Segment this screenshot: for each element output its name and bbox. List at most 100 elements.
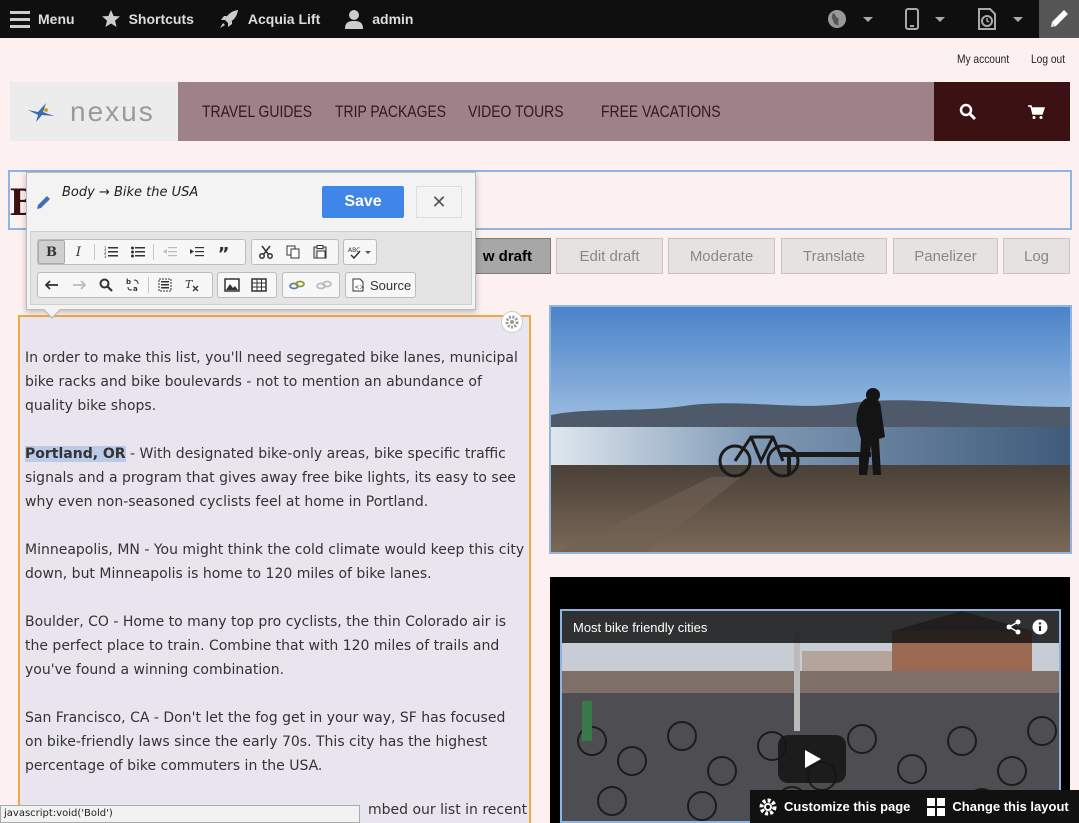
- blockquote-button[interactable]: ”: [210, 240, 237, 264]
- body-paragraph: Portland, OR - With designated bike-only…: [25, 442, 525, 514]
- spellcheck-button[interactable]: ABC: [344, 240, 376, 264]
- selected-text[interactable]: Portland, OR: [25, 446, 126, 462]
- select-all-button[interactable]: [151, 273, 178, 297]
- search-button[interactable]: [934, 103, 1002, 121]
- divider: [94, 244, 95, 260]
- numbered-list-button[interactable]: 123: [97, 240, 124, 264]
- tab-translate[interactable]: Translate: [781, 238, 887, 274]
- replace-button[interactable]: ba: [119, 273, 146, 297]
- body-paragraph: San Francisco, CA - Don't let the fog ge…: [25, 710, 506, 774]
- scissors-icon: [258, 245, 273, 259]
- menu-label: Menu: [38, 11, 75, 27]
- paste-button[interactable]: [306, 240, 333, 264]
- user-button[interactable]: admin: [334, 0, 423, 38]
- rocket-icon: [219, 10, 238, 28]
- play-button[interactable]: [778, 735, 846, 783]
- tab-panelizer[interactable]: Panelizer: [893, 238, 998, 274]
- tab-log[interactable]: Log: [1003, 238, 1070, 274]
- admin-toolbar-right: [811, 0, 1079, 38]
- shortcuts-label: Shortcuts: [128, 11, 194, 27]
- copy-button[interactable]: [279, 240, 306, 264]
- svg-text:T: T: [185, 278, 194, 291]
- main-nav: TRAVEL GUIDES TRIP PACKAGES VIDEO TOURS …: [178, 82, 934, 141]
- unlink-button[interactable]: [310, 273, 337, 297]
- italic-button[interactable]: I: [65, 240, 92, 264]
- acquia-lift-button[interactable]: Acquia Lift: [208, 0, 330, 38]
- image-button[interactable]: [218, 273, 245, 297]
- indent-button[interactable]: [183, 240, 210, 264]
- replace-icon: ba: [126, 278, 138, 292]
- numbered-list-icon: 123: [104, 246, 118, 258]
- find-button[interactable]: [92, 273, 119, 297]
- indent-icon: [189, 247, 204, 257]
- source-button[interactable]: <> Source: [346, 273, 415, 297]
- divider: [153, 244, 154, 260]
- cut-button[interactable]: [252, 240, 279, 264]
- share-icon[interactable]: [1006, 619, 1022, 635]
- nav-trip-packages[interactable]: TRIP PACKAGES: [335, 102, 446, 122]
- my-account-link[interactable]: My account: [957, 52, 1009, 66]
- table-button[interactable]: [245, 273, 272, 297]
- remove-format-button[interactable]: T: [178, 273, 205, 297]
- photo-image: [551, 307, 1070, 552]
- undo-icon: [44, 280, 58, 290]
- bike-lake-photo: [549, 305, 1072, 554]
- redo-icon: [72, 280, 86, 290]
- cart-button[interactable]: [1002, 104, 1070, 120]
- site-logo[interactable]: nexus: [10, 82, 178, 141]
- language-dropdown[interactable]: [811, 0, 889, 38]
- bullet-list-button[interactable]: [124, 240, 151, 264]
- close-button[interactable]: ✕: [416, 186, 462, 218]
- body-paragraph: In order to make this list, you'll need …: [25, 350, 518, 414]
- nav-video-tours[interactable]: VIDEO TOURS: [468, 102, 564, 122]
- table-icon: [250, 278, 267, 292]
- pencil-icon: [1051, 10, 1068, 27]
- svg-text:3: 3: [104, 254, 107, 258]
- revision-dropdown[interactable]: [961, 0, 1039, 38]
- cart-icon: [1028, 104, 1045, 119]
- italic-icon: I: [75, 244, 82, 260]
- play-icon: [805, 750, 821, 768]
- browser-status-bar: javascript:void('Bold'): [0, 805, 360, 823]
- outdent-icon: [162, 247, 177, 257]
- bold-button[interactable]: B: [38, 240, 65, 264]
- menu-button[interactable]: Menu: [0, 0, 85, 38]
- source-icon: <>: [352, 278, 364, 292]
- customize-page-button[interactable]: Customize this page: [758, 797, 910, 817]
- settings-button[interactable]: [501, 311, 523, 333]
- tab-view-draft[interactable]: w draft: [466, 238, 551, 274]
- video-title[interactable]: Most bike friendly cities: [573, 620, 707, 635]
- user-label: admin: [372, 11, 414, 27]
- spellcheck-icon: ABC: [348, 247, 371, 259]
- formatting-group: B I 123 ”: [37, 239, 246, 265]
- undo-button[interactable]: [38, 273, 65, 297]
- popup-pointer-inner: [43, 308, 61, 317]
- edit-mode-button[interactable]: [1039, 0, 1079, 38]
- star-icon: [101, 10, 120, 27]
- log-out-link[interactable]: Log out: [1031, 52, 1065, 66]
- info-icon[interactable]: [1032, 619, 1048, 635]
- link-icon: [288, 280, 305, 290]
- clipboard-group: [251, 239, 339, 265]
- tab-moderate[interactable]: Moderate: [668, 238, 775, 274]
- bullet-list-icon: [130, 246, 145, 258]
- outdent-button[interactable]: [156, 240, 183, 264]
- source-label: Source: [370, 277, 412, 293]
- insert-group: [217, 272, 277, 298]
- customize-page-label: Customize this page: [784, 799, 911, 814]
- device-preview-dropdown[interactable]: [889, 0, 961, 38]
- body-paragraph: Boulder, CO - Home to many top pro cycli…: [25, 614, 507, 678]
- tab-edit-draft[interactable]: Edit draft: [556, 238, 663, 274]
- link-button[interactable]: [283, 273, 310, 297]
- search-icon: [99, 278, 113, 292]
- nav-travel-guides[interactable]: TRAVEL GUIDES: [202, 102, 312, 122]
- gear-icon: [505, 315, 519, 329]
- save-button[interactable]: Save: [322, 186, 404, 218]
- redo-button[interactable]: [65, 273, 92, 297]
- shortcuts-button[interactable]: Shortcuts: [91, 0, 204, 38]
- bird-logo-icon: [28, 102, 54, 122]
- nav-free-vacations[interactable]: FREE VACATIONS: [601, 102, 721, 122]
- change-layout-button[interactable]: Change this layout: [926, 797, 1069, 817]
- pencil-icon: [37, 196, 50, 209]
- chevron-down-icon: [1013, 16, 1023, 22]
